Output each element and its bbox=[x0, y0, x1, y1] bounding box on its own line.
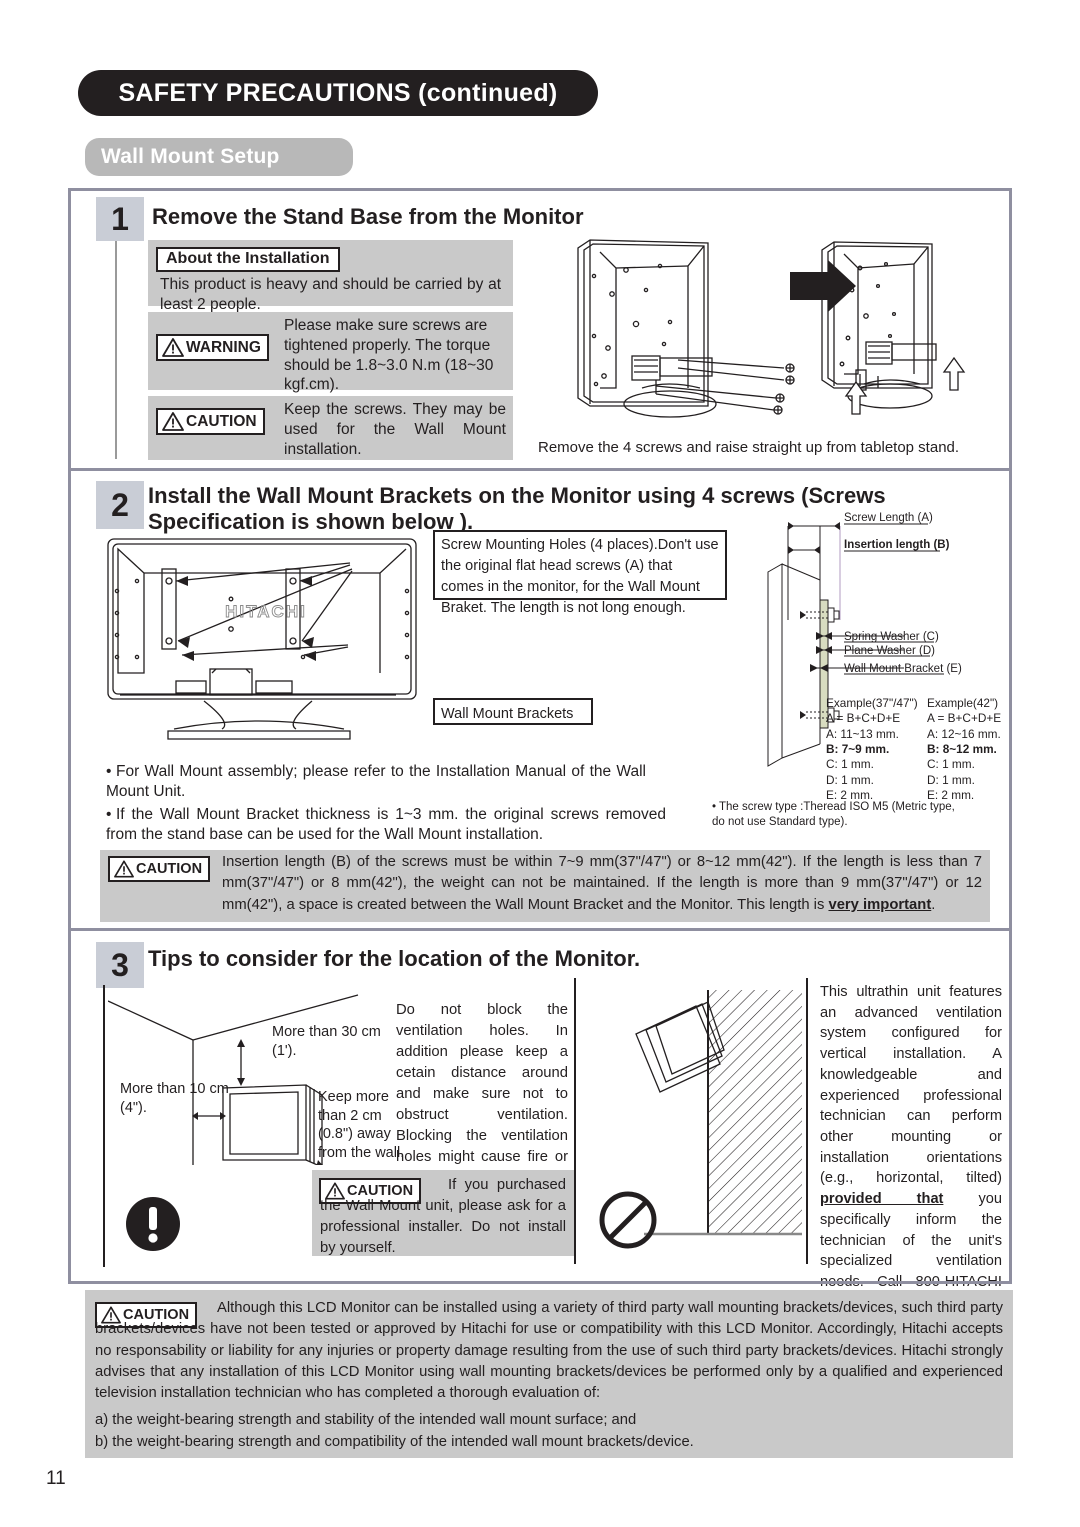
page-title-bar: SAFETY PRECAUTIONS (continued) bbox=[78, 70, 598, 116]
page-number: 11 bbox=[46, 1468, 66, 1489]
step-1-caution-box: CAUTION Keep the screws. They may be use… bbox=[148, 396, 513, 460]
screw-type-note: • The screw type :Theread ISO M5 (Metric… bbox=[712, 801, 955, 828]
example-2-row-4: D: 1 mm. bbox=[927, 772, 975, 787]
part-spring-washer: Spring Washer (C) bbox=[844, 631, 939, 643]
section-title-bar: Wall Mount Setup bbox=[85, 138, 353, 176]
step-2-number: 2 bbox=[96, 481, 144, 529]
warning-badge: WARNING bbox=[156, 334, 269, 361]
bottom-caution-item-b: b) the weight-bearing strength and compa… bbox=[95, 1434, 694, 1450]
example-1-row-3: C: 1 mm. bbox=[826, 757, 874, 772]
step-1-number-label: 1 bbox=[111, 200, 129, 237]
ventilation-text: Do not block the ventilation holes. In a… bbox=[396, 1002, 568, 1186]
prohibited-mount-figure bbox=[584, 982, 802, 1264]
callout-wall-mount-brackets: Wall Mount Brackets bbox=[433, 698, 593, 725]
page-title: SAFETY PRECAUTIONS (continued) bbox=[118, 78, 558, 107]
room-label-top: More than 30 cm (1'). bbox=[272, 1024, 381, 1059]
step-2-caution-text: Insertion length (B) of the screws must … bbox=[222, 854, 982, 913]
step-2-caution-badge: CAUTION bbox=[108, 856, 211, 882]
step-1-caution-text: Keep the screws. They may be used for th… bbox=[284, 401, 506, 458]
about-installation-label: About the Installation bbox=[156, 247, 340, 272]
example-1-row-2: B: 7~9 mm. bbox=[826, 741, 890, 756]
step-2-caution-box: CAUTION Insertion length (B) of the scre… bbox=[100, 850, 990, 922]
step-2-bullet-2-text: If the Wall Mount Bracket thickness is 1… bbox=[106, 806, 666, 843]
screw-length-label: Screw Length (A) bbox=[844, 512, 933, 524]
example-2-row-2: B: 8~12 mm. bbox=[927, 741, 997, 756]
example-1-row-1: A: 11~13 mm. bbox=[826, 726, 899, 741]
bottom-caution-item-a: a) the weight-bearing strength and stabi… bbox=[95, 1412, 637, 1428]
example-table-2: Example(42") A = B+C+D+E A: 12~16 mm. B:… bbox=[927, 696, 1022, 803]
warning-text: Please make sure screws are tightened pr… bbox=[284, 317, 494, 394]
step-1-rule bbox=[115, 241, 117, 459]
step-2-number-label: 2 bbox=[111, 486, 129, 523]
step-2-monitor-figure: HITACHI bbox=[100, 533, 430, 765]
step-2-bullet-2: • If the Wall Mount Bracket thickness is … bbox=[106, 806, 666, 843]
caution-badge: CAUTION bbox=[156, 408, 265, 435]
divider-3 bbox=[71, 1281, 1009, 1284]
step-1-heading: Remove the Stand Base from the Monitor bbox=[152, 204, 584, 229]
insertion-length-label: Insertion length (B) bbox=[844, 539, 950, 551]
room-label-left: More than 10 cm (4"). bbox=[120, 1081, 229, 1116]
step-2-bullet-1: • For Wall Mount assembly; please refer t… bbox=[106, 763, 646, 800]
example-1-title: Example(37"/47") bbox=[826, 696, 918, 710]
step-1-figure-caption: Remove the 4 screws and raise straight u… bbox=[538, 439, 960, 456]
bottom-caution-paragraph: Although this LCD Monitor can be install… bbox=[95, 1300, 1003, 1402]
step-2-bullet-1-text: For Wall Mount assembly; please refer to… bbox=[106, 763, 646, 800]
about-installation-box: About the Installation This product is h… bbox=[148, 240, 513, 313]
step-3-mid-rule bbox=[574, 978, 576, 1264]
example-2-row-0: A = B+C+D+E bbox=[927, 711, 1002, 726]
caution-triangle-icon bbox=[114, 860, 134, 878]
bottom-caution-box: CAUTION Although this LCD Monitor can be… bbox=[85, 1290, 1013, 1458]
caution-label: CAUTION bbox=[186, 412, 257, 430]
hitachi-logo: HITACHI bbox=[225, 602, 307, 621]
warning-triangle-icon bbox=[162, 338, 184, 357]
step-2-caution-label: CAUTION bbox=[136, 861, 203, 877]
step-3-caution-box: CAUTION If you purchased the Wall Mount … bbox=[312, 1170, 574, 1256]
attention-icon bbox=[125, 1196, 181, 1252]
step-3-number-label: 3 bbox=[111, 946, 129, 983]
example-1-row-0: A = B+C+D+E bbox=[826, 711, 901, 726]
step-1-number: 1 bbox=[96, 197, 144, 241]
divider-2 bbox=[71, 928, 1009, 931]
part-plane-washer: Plane Washer (D) bbox=[844, 645, 935, 657]
caution-triangle-icon bbox=[162, 412, 184, 431]
about-installation-text: This product is heavy and should be carr… bbox=[160, 276, 501, 313]
step-3-number: 3 bbox=[96, 942, 144, 988]
step-3-right-rule bbox=[806, 978, 808, 1264]
divider-1 bbox=[71, 468, 1009, 471]
manual-page: SAFETY PRECAUTIONS (continued) Wall Moun… bbox=[0, 0, 1080, 1527]
step-3-heading: Tips to consider for the location of the… bbox=[148, 946, 641, 971]
step-3-caution-text: If you purchased the Wall Mount unit, pl… bbox=[320, 1177, 566, 1256]
example-1-row-4: D: 1 mm. bbox=[826, 772, 874, 787]
step-1-figure bbox=[560, 238, 1000, 428]
section-title: Wall Mount Setup bbox=[101, 145, 280, 168]
part-wall-mount-bracket: Wall Mount Bracket (E) bbox=[844, 663, 962, 675]
warning-label: WARNING bbox=[186, 338, 261, 356]
example-2-row-1: A: 12~16 mm. bbox=[927, 726, 1001, 741]
example-2-row-3: C: 1 mm. bbox=[927, 757, 975, 772]
example-table-1: Example(37"/47") A = B+C+D+E A: 11~13 mm… bbox=[826, 696, 921, 803]
warning-box: WARNING Please make sure screws are tigh… bbox=[148, 312, 513, 393]
example-2-title: Example(42") bbox=[927, 696, 999, 710]
callout-screw-holes: Screw Mounting Holes (4 places).Don't us… bbox=[433, 530, 727, 616]
step-3-left-rule bbox=[103, 985, 105, 1267]
